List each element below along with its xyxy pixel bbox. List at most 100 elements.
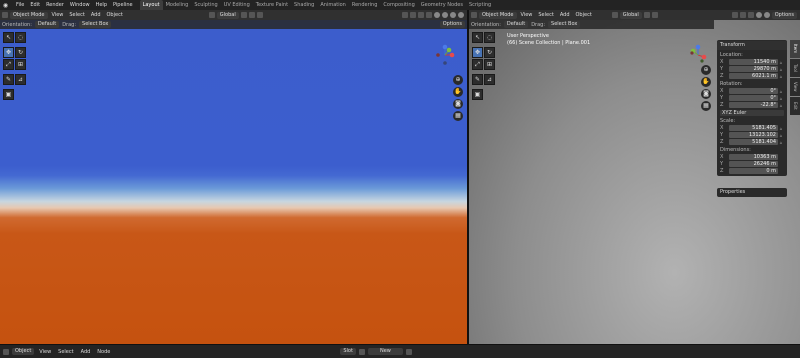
add-cube-tool-icon[interactable]: ▣ (3, 89, 14, 100)
shading-solid-icon[interactable] (755, 12, 762, 18)
menu-help[interactable]: Help (93, 0, 110, 10)
select-box-tool-icon[interactable]: ↖ (472, 32, 483, 43)
workspace-tab-texture-paint[interactable]: Texture Paint (253, 0, 291, 10)
lock-icon[interactable]: ⌂ (778, 89, 784, 94)
workspace-tab-shading[interactable]: Shading (291, 0, 317, 10)
cursor-tool-icon[interactable]: ◌ (15, 32, 26, 43)
camera-icon[interactable]: ◙ (701, 89, 711, 99)
menu-file[interactable]: File (13, 0, 27, 10)
lock-icon[interactable]: ⌂ (778, 140, 784, 145)
pan-hand-icon[interactable]: ✋ (701, 77, 711, 87)
rotate-tool-icon[interactable]: ↻ (15, 47, 26, 58)
dimensions-x-field[interactable]: X 10363 m (720, 154, 784, 160)
object-mode-dropdown[interactable]: Object (12, 348, 35, 355)
annotate-tool-icon[interactable]: ✎ (3, 74, 14, 85)
gizmo-toggle-icon[interactable] (739, 12, 746, 18)
material-browse-icon[interactable] (358, 348, 365, 355)
shading-rendered-icon[interactable] (458, 12, 464, 18)
shading-material-icon[interactable] (763, 12, 770, 18)
transform-panel-title[interactable]: Transform (717, 41, 787, 50)
shading-wireframe-icon[interactable] (434, 12, 440, 18)
workspace-tab-animation[interactable]: Animation (317, 0, 349, 10)
workspace-tab-scripting[interactable]: Scripting (466, 0, 494, 10)
left-viewport-canvas[interactable] (0, 20, 467, 344)
rotation-y-field[interactable]: Y 0° ⌂ (720, 95, 784, 101)
zoom-icon[interactable]: ⊕ (701, 65, 711, 75)
menu-view[interactable]: View (50, 12, 66, 18)
menu-render[interactable]: Render (43, 0, 67, 10)
tab-tool[interactable]: Tool (790, 59, 800, 77)
slot-dropdown[interactable]: Slot (340, 348, 356, 355)
xray-icon[interactable] (426, 12, 432, 18)
menu-node[interactable]: Node (95, 349, 112, 355)
dimensions-z-field[interactable]: Z0 m (720, 168, 784, 174)
menu-select[interactable]: Select (67, 12, 86, 18)
menu-window[interactable]: Window (67, 0, 93, 10)
menu-view[interactable]: View (519, 12, 535, 18)
perspective-grid-icon[interactable]: ▦ (701, 101, 711, 111)
workspace-tab-modeling[interactable]: Modeling (163, 0, 192, 10)
location-y-field[interactable]: Y 29870 m ⌂ (720, 66, 784, 72)
menu-edit[interactable]: Edit (27, 0, 43, 10)
rotation-z-field[interactable]: Z -22.8° ⌂ (720, 102, 784, 108)
workspace-tab-geometry-nodes[interactable]: Geometry Nodes (418, 0, 466, 10)
shading-solid-icon[interactable] (442, 12, 448, 18)
blender-logo-icon[interactable]: ◉ (2, 2, 9, 9)
overlay-toggle-icon[interactable] (747, 12, 754, 18)
workspace-tab-uv-editing[interactable]: UV Editing (221, 0, 253, 10)
tab-item[interactable]: Item (790, 40, 800, 58)
scale-y-field[interactable]: Y 13123.102 ⌂ (720, 132, 784, 138)
gizmo-toggle-icon[interactable] (410, 12, 416, 18)
cursor-tool-icon[interactable]: ◌ (484, 32, 495, 43)
location-z-field[interactable]: Z 6021.1 m ⌂ (720, 73, 784, 79)
add-cube-tool-icon[interactable]: ▣ (472, 89, 483, 100)
workspace-tab-layout[interactable]: Layout (139, 0, 163, 10)
options-dropdown[interactable]: Options (771, 11, 797, 19)
workspace-tab-rendering[interactable]: Rendering (349, 0, 381, 10)
scale-tool-icon[interactable]: ⤢ (472, 59, 483, 70)
tab-view[interactable]: View (790, 78, 800, 96)
transform-tool-icon[interactable]: ⊞ (15, 59, 26, 70)
lock-icon[interactable]: ⌂ (778, 67, 784, 72)
menu-add[interactable]: Add (558, 12, 572, 18)
location-x-field[interactable]: X 11540 m ⌂ (720, 59, 784, 65)
menu-object[interactable]: Object (574, 12, 594, 18)
zoom-icon[interactable]: ⊕ (453, 75, 463, 85)
visibility-icon[interactable] (731, 12, 738, 18)
pan-hand-icon[interactable]: ✋ (453, 87, 463, 97)
lock-icon[interactable]: ⌂ (778, 60, 784, 65)
measure-tool-icon[interactable]: ⊿ (484, 74, 495, 85)
measure-tool-icon[interactable]: ⊿ (15, 74, 26, 85)
transform-orientation-dropdown[interactable]: Global (619, 11, 642, 19)
select-box-tool-icon[interactable]: ↖ (3, 32, 14, 43)
menu-object[interactable]: Object (105, 12, 125, 18)
properties-panel-header[interactable]: Properties (717, 188, 787, 197)
menu-add[interactable]: Add (89, 12, 103, 18)
transform-orientation-icon[interactable] (611, 12, 618, 18)
drag-dropdown[interactable]: Select Box (548, 21, 581, 28)
editor-type-icon[interactable] (471, 12, 477, 18)
proportional-edit-icon[interactable] (256, 12, 263, 18)
menu-pipeline[interactable]: Pipeline (110, 0, 136, 10)
perspective-grid-icon[interactable]: ▦ (453, 111, 463, 121)
lock-icon[interactable]: ⌂ (778, 103, 784, 108)
menu-view[interactable]: View (37, 349, 53, 355)
editor-type-icon[interactable] (2, 12, 8, 18)
scale-z-field[interactable]: Z 5181.404 ⌂ (720, 139, 784, 145)
rotate-tool-icon[interactable]: ↻ (484, 47, 495, 58)
navigation-gizmo-icon[interactable] (687, 43, 709, 65)
rotation-x-field[interactable]: X 0° ⌂ (720, 88, 784, 94)
transform-tool-icon[interactable]: ⊞ (484, 59, 495, 70)
lock-icon[interactable]: ⌂ (778, 96, 784, 101)
camera-icon[interactable]: ◙ (453, 99, 463, 109)
workspace-tab-compositing[interactable]: Compositing (380, 0, 417, 10)
drag-dropdown[interactable]: Select Box (79, 21, 112, 28)
tab-edit[interactable]: Edit (790, 97, 800, 115)
lock-icon[interactable]: ⌂ (778, 74, 784, 79)
move-tool-icon[interactable]: ✥ (472, 47, 483, 58)
editor-type-icon[interactable] (3, 348, 9, 355)
new-material-button[interactable]: New (367, 348, 403, 355)
annotate-tool-icon[interactable]: ✎ (472, 74, 483, 85)
shading-material-icon[interactable] (450, 12, 456, 18)
visibility-icon[interactable] (402, 12, 408, 18)
